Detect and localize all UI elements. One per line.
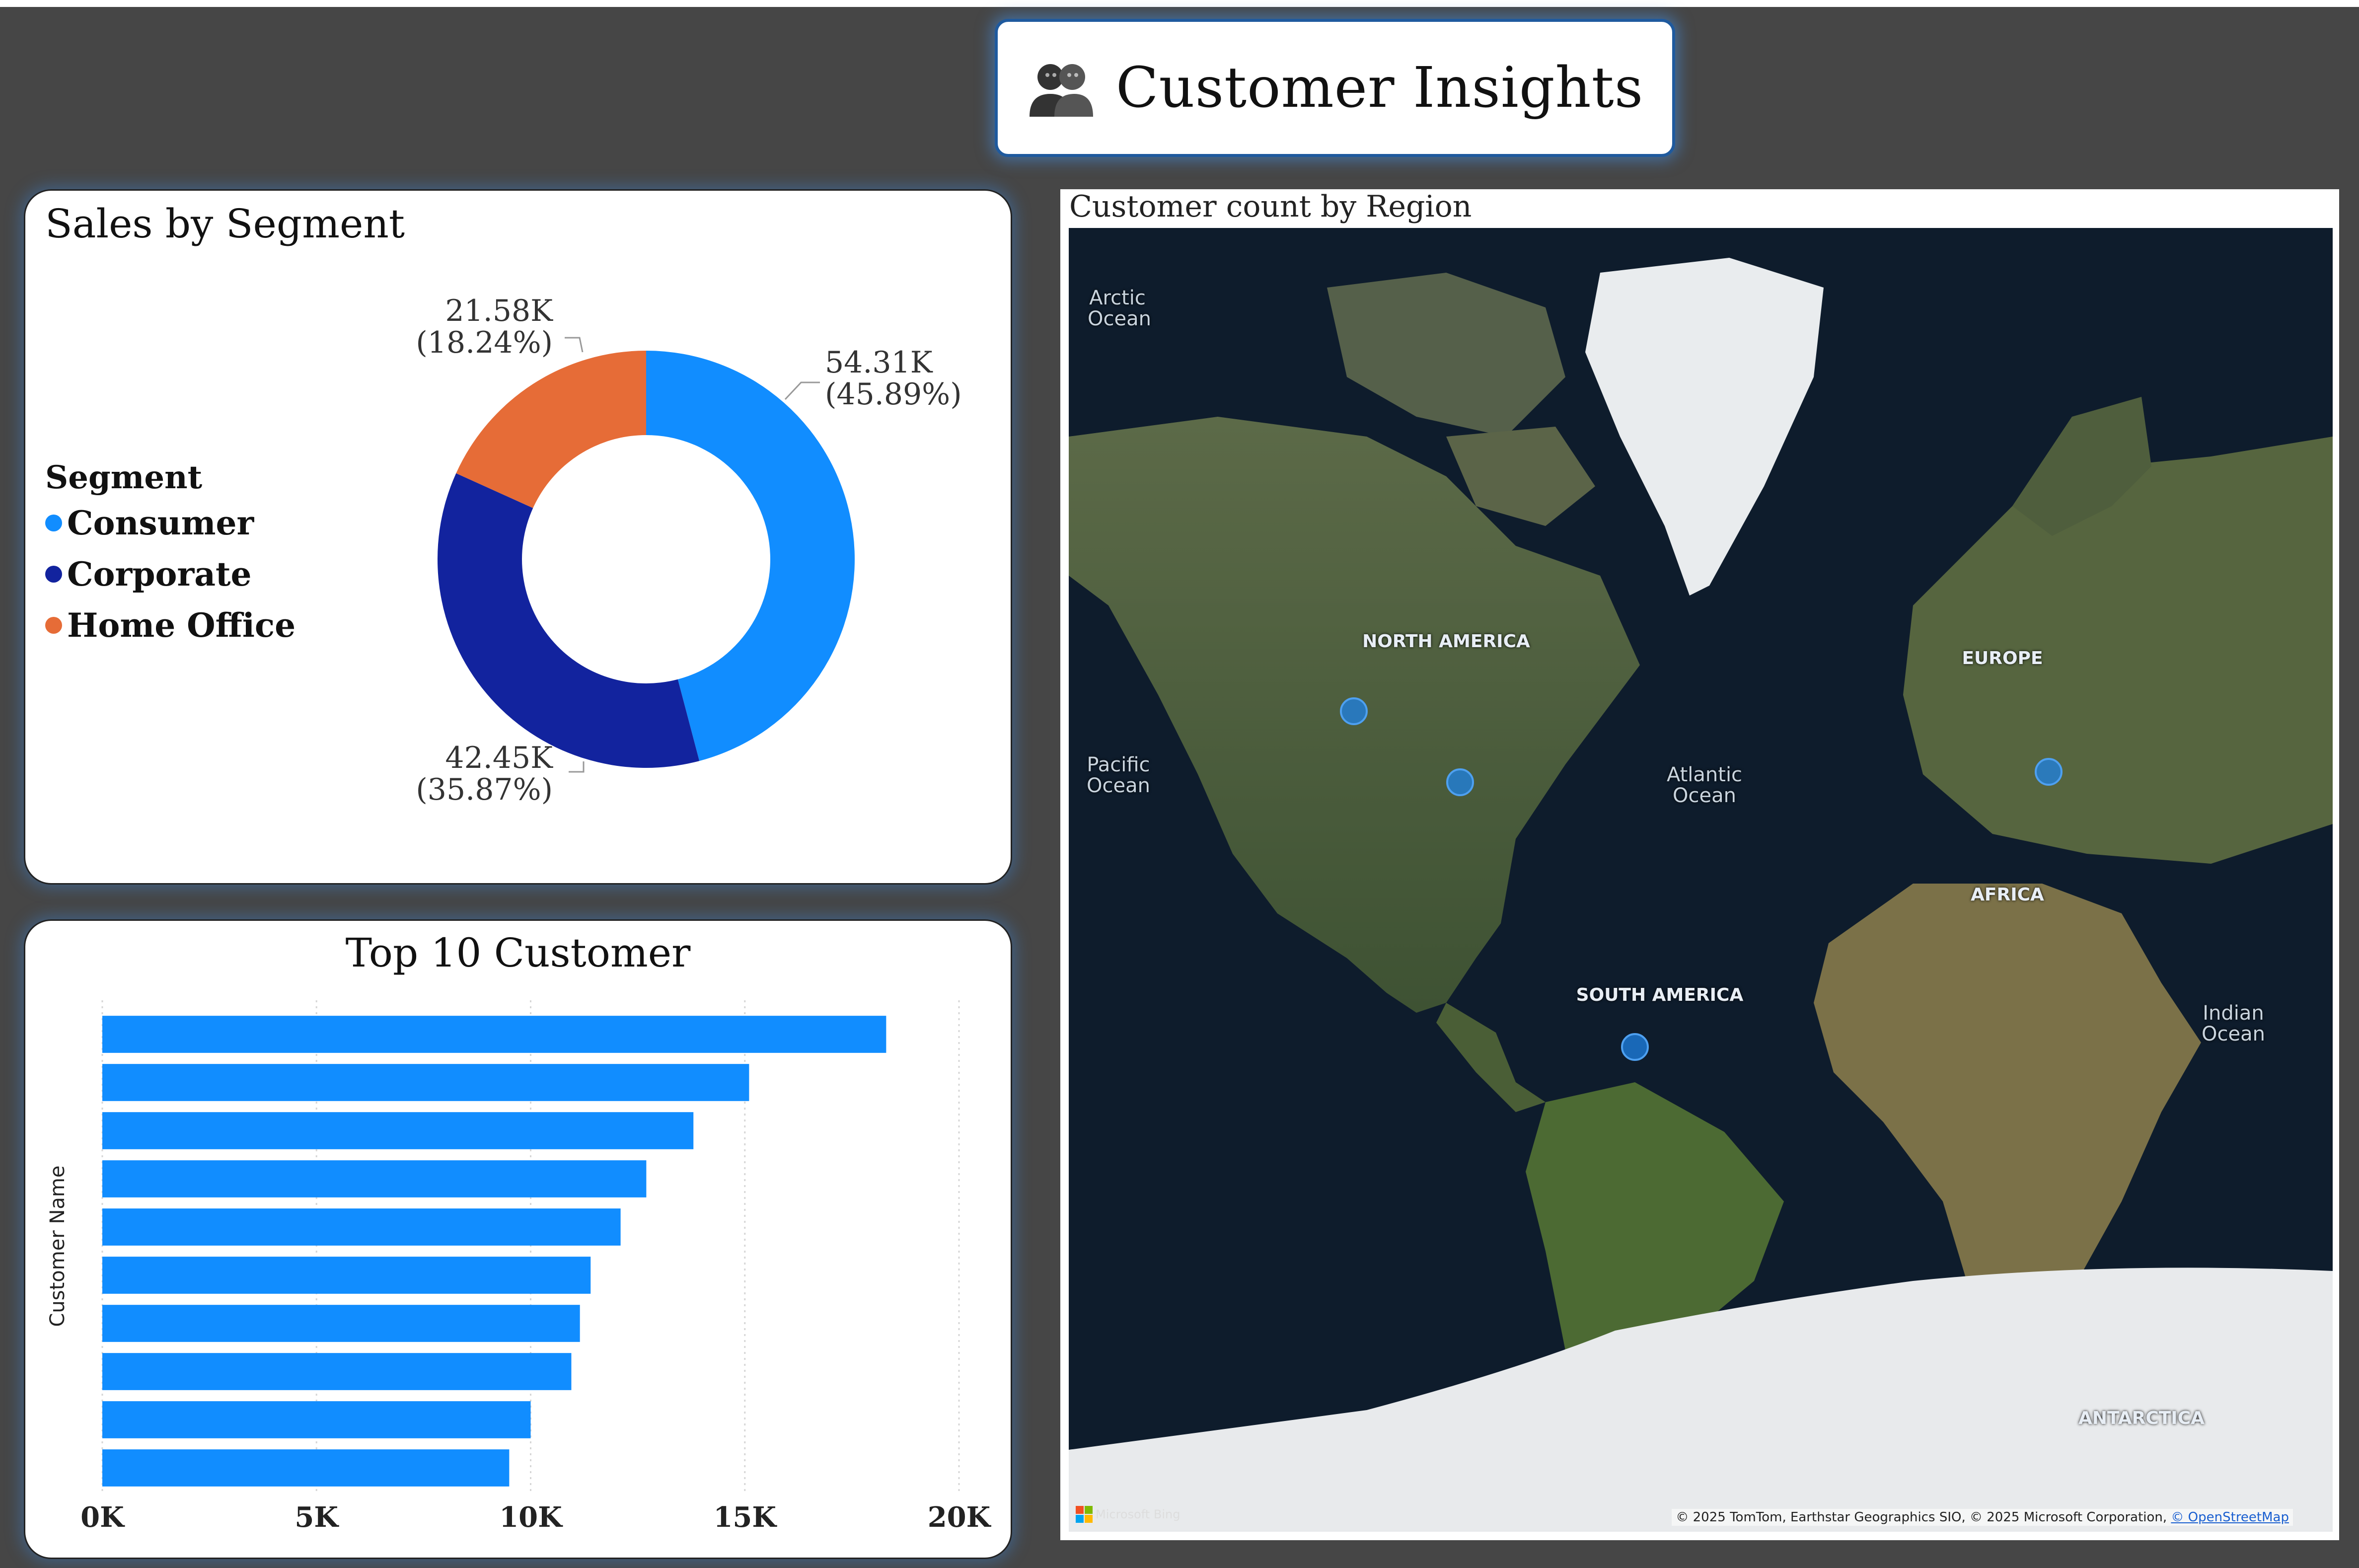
leader-line (784, 381, 820, 400)
openstreetmap-link[interactable]: © OpenStreetMap (2171, 1510, 2289, 1525)
map-provider: Microsoft Bing (1096, 1507, 1180, 1521)
continent-label-africa: AFRICA (1971, 885, 2044, 905)
map-card[interactable]: Customer count by Region Arctic Ocean Pa… (1060, 189, 2339, 1540)
people-icon (1029, 64, 1093, 117)
customer-bar[interactable] (102, 1257, 591, 1294)
customer-bar[interactable] (102, 1064, 749, 1101)
customer-bar[interactable] (102, 1208, 621, 1246)
top-strip (0, 0, 2359, 7)
customer-bar[interactable] (102, 1449, 510, 1487)
map-card-title: Customer count by Region (1069, 189, 1472, 224)
donut-slice-home-office[interactable] (456, 351, 646, 508)
microsoft-logo: Microsoft Bing (1076, 1506, 1180, 1523)
page-title: Customer Insights (1115, 56, 1644, 120)
continent-label-antarctica: ANTARCTICA (2078, 1408, 2205, 1428)
customer-bar[interactable] (102, 1305, 580, 1342)
leader-line (565, 337, 584, 353)
continent-label-europe: EUROPE (1962, 648, 2043, 669)
customer-bar[interactable] (102, 1016, 886, 1053)
leader-line (569, 761, 585, 773)
y-axis-label: Customer Name (46, 1165, 69, 1327)
continent-label-north-america: NORTH AMERICA (1362, 631, 1530, 652)
x-tick-label: 15K (713, 1501, 777, 1534)
slice-label-value: 21.58K (445, 294, 553, 328)
donut-slice-corporate[interactable] (438, 473, 700, 768)
map-bubble[interactable] (1340, 697, 1368, 725)
slice-label-pct: (35.87%) (416, 772, 553, 807)
x-tick-label: 20K (928, 1501, 992, 1534)
customer-bar[interactable] (102, 1112, 694, 1149)
x-tick-label: 5K (295, 1501, 339, 1534)
customer-bar[interactable] (102, 1160, 647, 1197)
map-background (1069, 258, 2333, 1532)
map-bubble[interactable] (1621, 1033, 1649, 1061)
page-header: Customer Insights (995, 19, 1675, 157)
ocean-label-indian: Indian Ocean (2202, 1002, 2265, 1045)
customer-bar[interactable] (102, 1353, 572, 1390)
slice-label-pct: (45.89%) (825, 377, 962, 412)
map-bubble[interactable] (1446, 768, 1474, 796)
map-attribution: © 2025 TomTom, Earthstar Geographics SIO… (1672, 1509, 2293, 1526)
customer-bar-chart[interactable]: 0K 5K 10K 15K 20K Customer Name (25, 921, 1011, 1558)
region-map[interactable]: Arctic Ocean Pacific Ocean Atlantic Ocea… (1069, 228, 2333, 1532)
segment-card[interactable]: Sales by Segment Segment Consumer Corpor… (24, 189, 1012, 885)
continent-label-south-america: SOUTH AMERICA (1576, 985, 1744, 1005)
slice-label-value: 42.45K (445, 741, 553, 775)
ocean-label-arctic: Arctic Ocean (1088, 287, 1151, 330)
attribution-text: © 2025 TomTom, Earthstar Geographics SIO… (1676, 1510, 2167, 1525)
x-tick-label: 0K (80, 1501, 125, 1534)
ocean-label-atlantic: Atlantic Ocean (1666, 763, 1743, 807)
slice-label-value: 54.31K (825, 345, 933, 380)
map-bubble[interactable] (2035, 758, 2063, 786)
customer-card[interactable]: Top 10 Customer 0K 5K 10K 15K 20K Customer N… (24, 919, 1012, 1559)
segment-donut-chart[interactable]: 54.31K (45.89%) 21.58K (18.24%) 42.45K (… (25, 191, 1011, 883)
x-tick-label: 10K (499, 1501, 563, 1534)
slice-label-pct: (18.24%) (416, 325, 553, 360)
ocean-label-pacific: Pacific Ocean (1087, 753, 1150, 797)
customer-bar[interactable] (102, 1401, 531, 1438)
microsoft-logo-icon (1076, 1506, 1093, 1523)
